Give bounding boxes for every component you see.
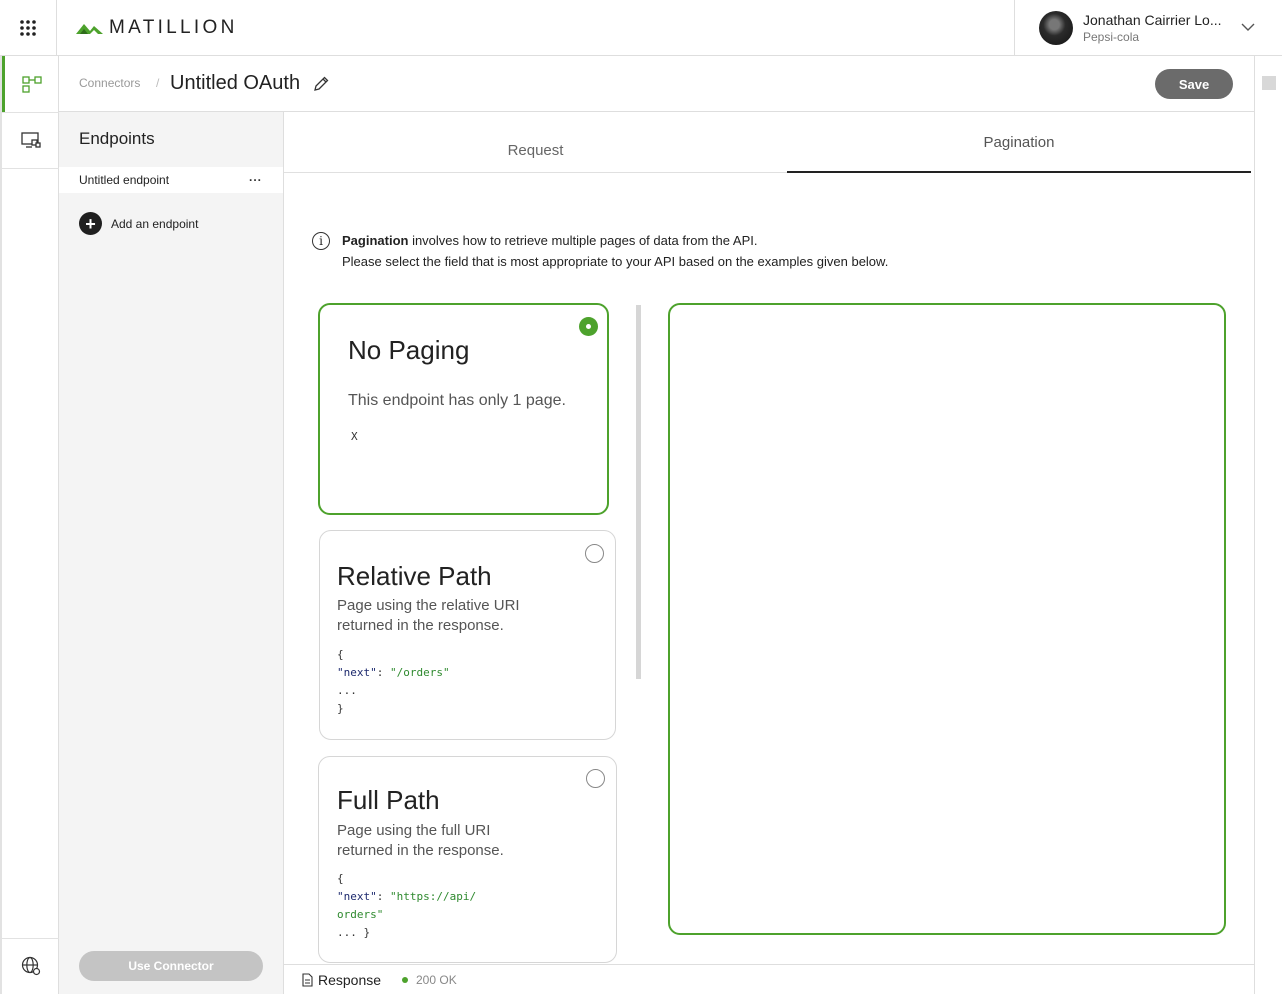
- option-description: Page using the relative URI returned in …: [337, 597, 520, 634]
- response-label: Response: [318, 972, 382, 988]
- rail-item-connectors[interactable]: [2, 56, 59, 112]
- rail-item-designer[interactable]: [2, 112, 59, 168]
- option-code-example: { "next": "/orders" ... }: [337, 648, 450, 715]
- avatar: [1039, 11, 1073, 45]
- response-bar: Response 200 OK: [284, 964, 1254, 994]
- globe-icon: [21, 956, 40, 976]
- option-code-example: { "next": "https://api/ orders" ... }: [337, 872, 477, 939]
- user-menu[interactable]: Jonathan Cairrier Lo... Pepsi-cola: [1014, 0, 1282, 56]
- radio-full-path[interactable]: [586, 769, 605, 788]
- user-name: Jonathan Cairrier Lo...: [1083, 12, 1222, 28]
- main-content: Request Pagination i Pagination involves…: [284, 112, 1254, 964]
- option-title: Full Path: [337, 785, 440, 815]
- brand-logo[interactable]: MATILLION: [76, 17, 238, 39]
- pagination-preview-panel: [668, 303, 1226, 935]
- info-line-1: Pagination involves how to retrieve mult…: [342, 233, 757, 248]
- panel-toggle[interactable]: [1262, 76, 1276, 90]
- tab-request-label: Request: [507, 142, 564, 159]
- user-organization: Pepsi-cola: [1083, 30, 1140, 44]
- tab-request[interactable]: Request: [284, 112, 787, 173]
- endpoint-item[interactable]: Untitled endpoint ...: [59, 167, 283, 193]
- status-indicator: [402, 977, 408, 983]
- plus-icon: +: [79, 212, 102, 235]
- option-code-example: X: [351, 430, 358, 443]
- right-panel-strip: [1254, 56, 1282, 994]
- option-card-full-path[interactable]: Full Path Page using the full URI return…: [318, 756, 617, 963]
- breadcrumb-connectors[interactable]: Connectors: [79, 76, 140, 90]
- page-title: Untitled OAuth: [170, 72, 301, 94]
- app-switcher[interactable]: [0, 0, 57, 56]
- brand-name: MATILLION: [109, 17, 238, 38]
- info-line-2: Please select the field that is most app…: [342, 254, 889, 269]
- radio-relative-path[interactable]: [585, 544, 604, 563]
- response-toggle[interactable]: Response: [301, 972, 381, 988]
- info-text: involves how to retrieve multiple pages …: [408, 233, 758, 248]
- left-rail: [0, 56, 59, 994]
- grid-icon: [20, 20, 36, 36]
- endpoints-title: Endpoints: [79, 129, 155, 148]
- radio-no-paging[interactable]: [579, 317, 598, 336]
- connector-icon: [22, 76, 42, 93]
- chevron-down-icon: [1241, 23, 1255, 31]
- option-card-no-paging[interactable]: No Paging This endpoint has only 1 page.…: [318, 303, 609, 515]
- endpoints-sidebar: Endpoints Untitled endpoint ... + Add an…: [59, 112, 284, 994]
- breadcrumb-separator: /: [156, 76, 160, 90]
- options-scrollbar[interactable]: [636, 305, 641, 679]
- option-title: No Paging: [348, 335, 470, 365]
- add-endpoint-label: Add an endpoint: [111, 216, 199, 231]
- rail-item-global[interactable]: [2, 938, 59, 994]
- tab-pagination-label: Pagination: [983, 134, 1055, 151]
- more-options-icon[interactable]: ...: [249, 170, 262, 184]
- matillion-logo-icon: [76, 24, 103, 34]
- option-description: Page using the full URI returned in the …: [337, 822, 504, 859]
- info-bold: Pagination: [342, 233, 409, 248]
- add-endpoint-button[interactable]: + Add an endpoint: [79, 212, 198, 235]
- page-header: Connectors / Untitled OAuth Save: [59, 56, 1254, 112]
- endpoint-item-label: Untitled endpoint: [79, 173, 170, 187]
- option-card-relative-path[interactable]: Relative Path Page using the relative UR…: [319, 530, 616, 740]
- option-description: This endpoint has only 1 page.: [348, 392, 566, 409]
- use-connector-button[interactable]: Use Connector: [79, 951, 263, 981]
- info-icon: i: [312, 232, 330, 250]
- status-code: 200 OK: [416, 973, 457, 987]
- rail-divider: [2, 168, 59, 169]
- save-button[interactable]: Save: [1155, 69, 1233, 99]
- document-icon: [302, 973, 313, 987]
- pencil-icon[interactable]: [312, 75, 330, 93]
- monitor-icon: [20, 132, 41, 148]
- tab-pagination[interactable]: Pagination: [787, 112, 1251, 173]
- top-bar: MATILLION Jonathan Cairrier Lo... Pepsi-…: [0, 0, 1282, 56]
- option-title: Relative Path: [337, 561, 492, 591]
